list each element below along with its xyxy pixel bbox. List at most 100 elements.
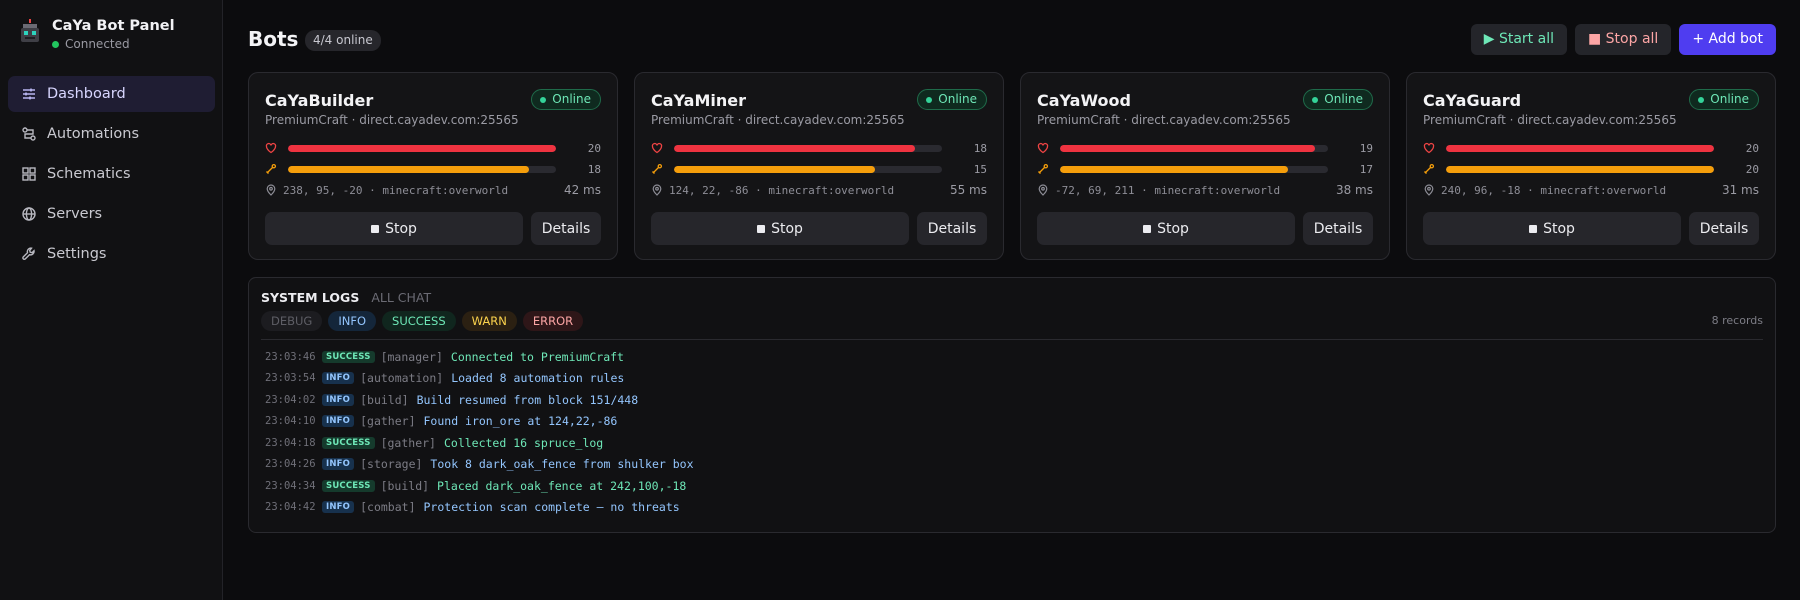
bot-name: CaYaMiner [651, 91, 746, 110]
page-title: Bots [248, 27, 299, 51]
sidebar-item-label: Schematics [47, 166, 131, 182]
filter-error[interactable]: ERROR [522, 311, 584, 331]
health-bar [1446, 144, 1714, 152]
log-list: 23:03:46 SUCCESS [manager] Connected to Pre… [265, 346, 1759, 518]
food-bar-fill [1060, 165, 1288, 173]
bot-ping: 55 ms [949, 183, 987, 197]
food-row: 15 [651, 162, 987, 176]
details-button[interactable]: Details [917, 212, 987, 245]
sidebar-item-servers[interactable]: Servers [8, 196, 215, 232]
filter-debug[interactable]: DEBUG [261, 311, 323, 331]
log-level-badge: INFO [322, 501, 355, 514]
health-value: 20 [587, 141, 601, 155]
health-row: 20 [265, 141, 601, 155]
location-row: 238, 95, -20 · minecraft:overworld 42 ms [265, 183, 601, 197]
logs-panel: SYSTEM LOGS ALL CHAT DEBUG INFO SUCCESS … [248, 277, 1776, 533]
sidebar-item-schematics[interactable]: Schematics [8, 156, 215, 192]
details-button[interactable]: Details [1689, 212, 1759, 245]
food-bar [674, 165, 942, 173]
connected-dot-icon [52, 40, 59, 48]
stop-square-icon [757, 224, 766, 233]
tab-system-logs[interactable]: SYSTEM LOGS [261, 290, 359, 305]
log-source: [manager] [380, 349, 443, 364]
filter-info[interactable]: INFO [328, 311, 377, 331]
log-source: [gather] [380, 435, 436, 450]
bot-card: CaYaWood PremiumCraft · direct.cayadev.co… [1020, 72, 1390, 260]
log-level-badge: INFO [322, 393, 355, 406]
log-message: Protection scan complete — no threats [423, 500, 680, 515]
location-row: 124, 22, -86 · minecraft:overworld 55 ms [651, 183, 987, 197]
main-content: Bots 4/4 online ▶ Start all ■ Stop all +… [248, 0, 1776, 600]
health-row: 18 [651, 141, 987, 155]
globe-icon [22, 207, 36, 221]
bot-location: 124, 22, -86 · minecraft:overworld [669, 183, 895, 197]
food-bar-fill [288, 165, 530, 173]
log-time: 23:04:18 [265, 436, 316, 449]
divider [261, 339, 1763, 340]
food-bar [288, 165, 556, 173]
bot-card: CaYaMiner PremiumCraft · direct.cayadev.c… [634, 72, 1004, 260]
food-value: 17 [1359, 162, 1373, 176]
stop-label: Stop [771, 220, 803, 237]
filter-success[interactable]: SUCCESS [382, 311, 456, 331]
health-bar [288, 144, 556, 152]
wrench-icon [22, 247, 35, 260]
food-value: 18 [587, 162, 601, 176]
health-bar [674, 144, 942, 152]
start-all-button[interactable]: ▶ Start all [1470, 24, 1567, 55]
food-icon [1038, 163, 1049, 174]
log-source: [automation] [360, 371, 444, 386]
online-dot-icon [1312, 96, 1319, 103]
log-entry: 23:04:34 SUCCESS [build] Placed dark_oak_fe… [265, 475, 1759, 497]
health-bar [1060, 144, 1328, 152]
log-message: Build resumed from block 151/448 [416, 392, 639, 407]
stop-all-button[interactable]: ■ Stop all [1574, 24, 1672, 55]
sidebar-item-label: Servers [47, 206, 103, 222]
bot-ping: 42 ms [563, 183, 601, 197]
location-row: 240, 96, -18 · minecraft:overworld 31 ms [1423, 183, 1759, 197]
stop-bot-button[interactable]: Stop [1037, 212, 1295, 245]
status-badge: Online [1689, 89, 1759, 110]
log-tabs: SYSTEM LOGS ALL CHAT [261, 290, 431, 305]
log-message: Loaded 8 automation rules [451, 371, 625, 386]
log-entry: 23:03:46 SUCCESS [manager] Connected to Pre… [265, 346, 1759, 368]
tab-all-chat[interactable]: ALL CHAT [371, 290, 431, 305]
add-bot-button[interactable]: + Add bot [1679, 24, 1776, 55]
food-bar-fill [674, 165, 875, 173]
bot-server: PremiumCraft · direct.cayadev.com:25565 [1423, 113, 1677, 127]
page-header: Bots 4/4 online ▶ Start all ■ Stop all +… [248, 22, 1776, 58]
log-source: [storage] [360, 457, 423, 472]
stop-bot-button[interactable]: Stop [651, 212, 909, 245]
log-source: [combat] [360, 500, 416, 515]
food-bar [1060, 165, 1328, 173]
header-actions: ▶ Start all ■ Stop all + Add bot [1470, 24, 1776, 55]
filter-warn[interactable]: WARN [461, 311, 517, 331]
heart-icon [1037, 142, 1049, 154]
sidebar-item-automations[interactable]: Automations [8, 116, 215, 152]
details-button[interactable]: Details [1303, 212, 1373, 245]
brand-title: CaYa Bot Panel [52, 18, 175, 34]
location-pin-icon [1424, 184, 1434, 196]
bot-server: PremiumCraft · direct.cayadev.com:25565 [1037, 113, 1291, 127]
food-icon [652, 163, 663, 174]
status-badge: Online [531, 89, 601, 110]
status-label: Online [1324, 92, 1363, 106]
details-button[interactable]: Details [531, 212, 601, 245]
log-time: 23:04:42 [265, 501, 316, 514]
online-dot-icon [926, 96, 933, 103]
health-bar-fill [674, 144, 916, 152]
log-time: 23:04:34 [265, 479, 316, 492]
sidebar-item-settings[interactable]: Settings [8, 236, 215, 272]
stop-bot-button[interactable]: Stop [1423, 212, 1681, 245]
log-level-filters: DEBUG INFO SUCCESS WARN ERROR [261, 311, 584, 331]
online-count-badge: 4/4 online [305, 30, 381, 51]
log-level-badge: SUCCESS [322, 350, 375, 363]
bot-ping: 38 ms [1335, 183, 1373, 197]
food-row: 20 [1423, 162, 1759, 176]
heart-icon [651, 142, 663, 154]
stop-bot-button[interactable]: Stop [265, 212, 523, 245]
log-message: Took 8 dark_oak_fence from shulker box [430, 457, 694, 472]
workflow-icon [22, 127, 36, 141]
stop-square-icon [1143, 224, 1152, 233]
sidebar-item-dashboard[interactable]: Dashboard [8, 76, 215, 112]
